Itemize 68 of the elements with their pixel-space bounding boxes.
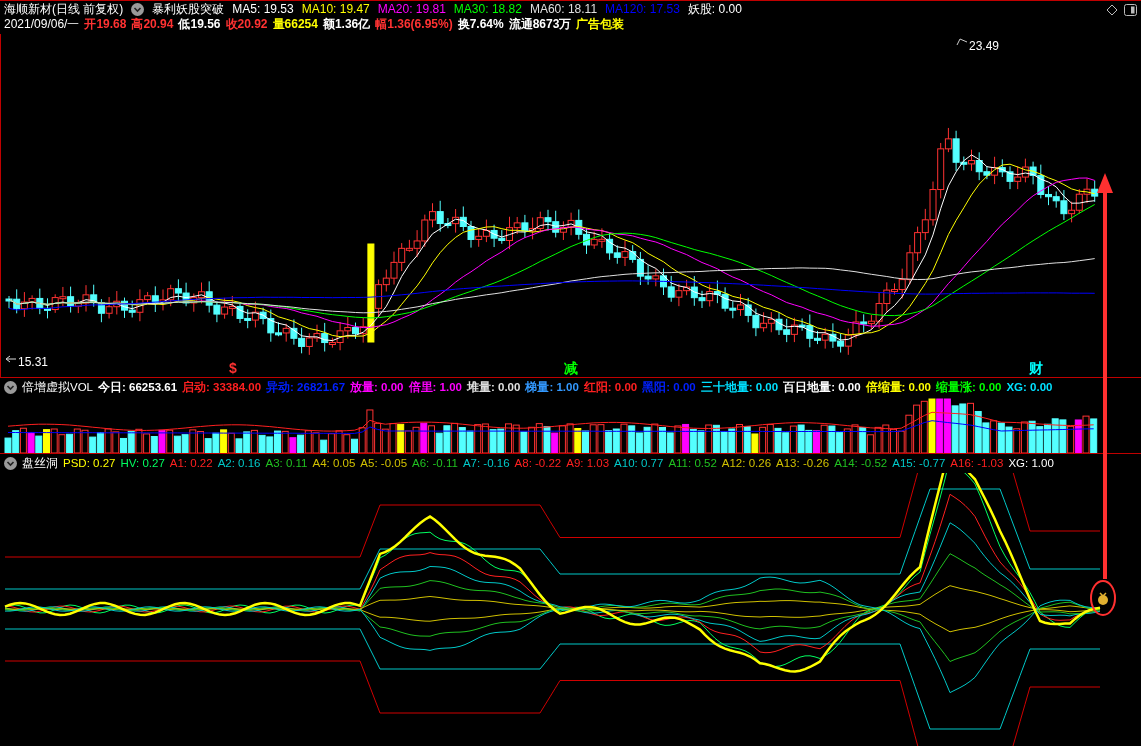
indicator-value: MA30: 18.82 — [453, 2, 522, 17]
chevron-down-icon[interactable] — [131, 3, 145, 17]
signal-marker: 财 — [1029, 358, 1043, 378]
indicator-value: XG: 0.00 — [1006, 380, 1053, 396]
indicator-value: A2: 0.16 — [217, 456, 261, 472]
signal-marker: $ — [229, 358, 237, 378]
chevron-down-icon[interactable] — [4, 457, 17, 471]
indicator-value: A14: -0.52 — [834, 456, 888, 472]
indicator-value: MA20: 19.81 — [377, 2, 446, 18]
quote-value: 高20.94 — [131, 17, 174, 33]
indicator-value: A1: 0.22 — [169, 456, 213, 472]
indicator-value: A12: 0.26 — [721, 456, 772, 472]
indicator-value: A7: -0.16 — [462, 456, 510, 472]
panel-toggle-icon[interactable] — [1124, 3, 1137, 16]
indicator-value: A11: 0.52 — [668, 456, 717, 472]
quote-value: 流通8673万 — [508, 17, 572, 33]
indicator-value: 异动: 26821.67 — [266, 380, 346, 396]
indicator-value: 倍缩量: 0.00 — [865, 379, 931, 396]
indicator-value: A6: -0.11 — [412, 456, 458, 472]
quote-value: 量66254 — [272, 17, 318, 33]
quote-value: 换7.64% — [457, 17, 504, 33]
quote-value: 低19.56 — [178, 17, 221, 33]
indicator-value: 红阳: 0.00 — [583, 380, 638, 396]
diamond-icon[interactable] — [1106, 3, 1118, 16]
indicator-value: A15: -0.77 — [892, 456, 946, 472]
indicator-value: 今日: 66253.61 — [98, 380, 178, 396]
leader-line — [956, 37, 968, 46]
formula-name: 暴利妖股突破 — [152, 2, 225, 18]
indicator-value: 百日地量: 0.00 — [783, 380, 861, 396]
indicator-value: HV: 0.27 — [120, 456, 165, 472]
indicator-value: 堆量: 0.00 — [466, 380, 521, 396]
quote-value: 收20.92 — [225, 17, 268, 33]
indicator-value: MA60: 18.11 — [529, 2, 598, 17]
indicator-value: PSD: 0.27 — [63, 456, 116, 472]
quote-value: 广告包装 — [576, 17, 625, 33]
indicator-value: 妖股: 0.00 — [687, 2, 742, 18]
indicator-value: 三十地量: 0.00 — [700, 380, 779, 396]
indicator-value: 启动: 33384.00 — [182, 379, 262, 396]
indicator-title: 倍增虚拟VOL — [22, 380, 93, 396]
low-price-label: 15.31 — [18, 353, 49, 371]
indicator-value: A9: 1.03 — [566, 456, 610, 472]
indicator-value: A5: -0.05 — [360, 456, 408, 472]
indicator-title: 盘丝洞 — [22, 456, 58, 472]
quote-value: 幅1.36(6.95%) — [375, 17, 453, 33]
indicator-value: MA120: 17.53 — [605, 2, 680, 18]
high-price-label: 23.49 — [969, 37, 1000, 55]
indicator-value: 黑阳: 0.00 — [642, 380, 696, 396]
quote-value: 开19.68 — [84, 17, 127, 33]
stock-title: 海顺新材(日线 前复权) — [4, 2, 124, 18]
quote-value: 额1.36亿 — [322, 17, 371, 33]
signal-marker: 减 — [564, 358, 578, 378]
indicator-value: A10: 0.77 — [614, 456, 664, 472]
left-arrow-icon — [5, 354, 17, 363]
indicator-value: 梯量: 1.00 — [525, 380, 579, 396]
chevron-down-icon[interactable] — [4, 381, 17, 395]
money-bag-icon — [1089, 579, 1117, 617]
indicator-value: MA5: 19.53 — [232, 2, 294, 18]
indicator-value: 放量: 0.00 — [350, 380, 404, 396]
indicator-value: 缩量涨: 0.00 — [936, 379, 1002, 396]
indicator-value: MA10: 19.47 — [301, 2, 370, 17]
indicator-value: A4: 0.05 — [312, 456, 356, 472]
indicator-value: 倍里: 1.00 — [408, 380, 462, 396]
indicator-value: XG: 1.00 — [1008, 456, 1054, 472]
indicator-value: A16: -1.03 — [950, 456, 1004, 472]
date-label: 2021/09/06/一 — [4, 17, 80, 33]
indicator-value: A8: -0.22 — [514, 456, 562, 472]
indicator-value: A3: 0.11 — [265, 456, 308, 472]
indicator-value: A13: -0.26 — [776, 456, 830, 472]
